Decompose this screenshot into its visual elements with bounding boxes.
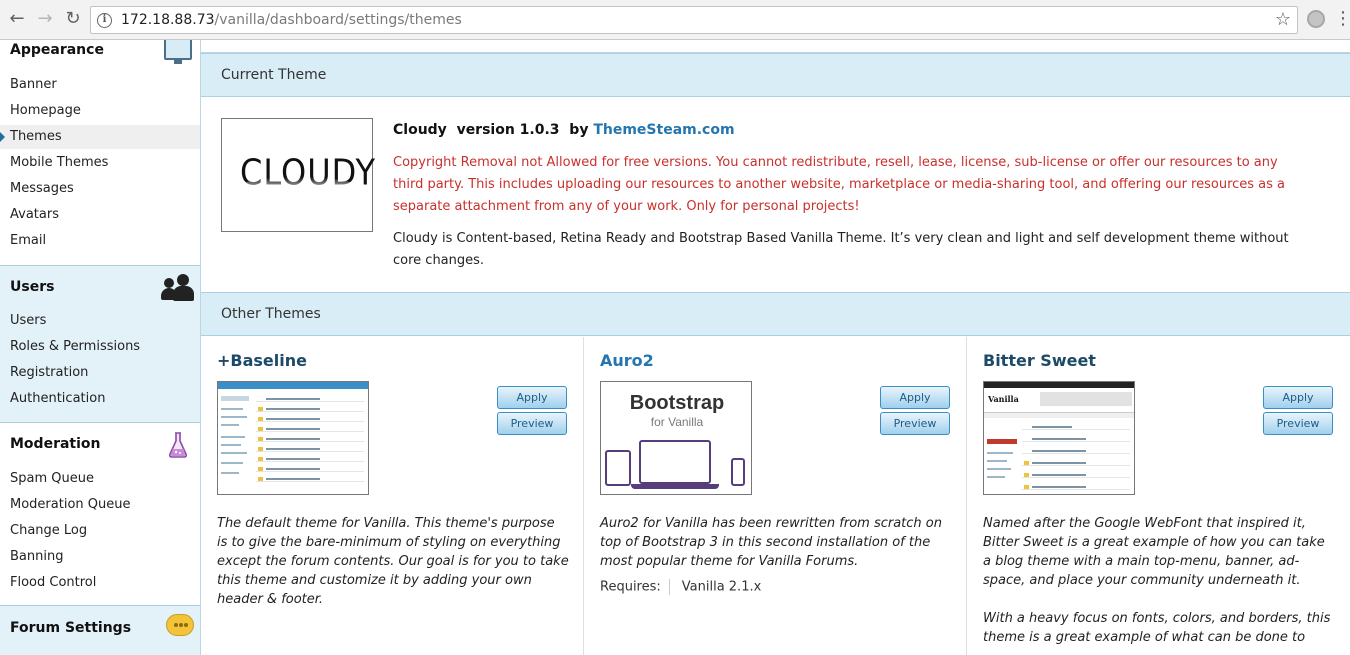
sidebar-item-roles-permissions[interactable]: Roles & Permissions (0, 335, 200, 359)
sidebar-item-registration[interactable]: Registration (0, 361, 200, 385)
current-theme-version: version 1.0.3 (456, 122, 560, 138)
url-path: /vanilla/dashboard/settings/themes (214, 12, 462, 28)
theme-name: +Baseline (217, 351, 307, 370)
sidebar-item-homepage[interactable]: Homepage (0, 99, 200, 123)
preview-button[interactable]: Preview (497, 412, 567, 435)
sidebar-item-themes[interactable]: Themes (0, 125, 200, 149)
copyright-notice: Copyright Removal not Allowed for free v… (393, 155, 1286, 214)
thumb-title: Bootstrap (629, 392, 725, 414)
theme-name-link[interactable]: Auro2 (600, 351, 654, 370)
theme-screenshot[interactable]: Bootstrap for Vanilla (600, 381, 752, 495)
theme-description: Named after the Google WebFont that insp… (983, 516, 1325, 588)
cloud-shape (236, 177, 360, 199)
sidebar-item-moderation-queue[interactable]: Moderation Queue (0, 493, 200, 517)
moderation-title: Moderation (10, 436, 101, 452)
appearance-panel: Appearance Banner Homepage Themes Mobile… (0, 40, 200, 265)
browser-toolbar: ← → ↻ i 172.18.88.73/vanilla/dashboard/s… (0, 0, 1350, 40)
preview-button[interactable]: Preview (1263, 412, 1333, 435)
browser-menu-icon[interactable]: ⋮ (1334, 8, 1350, 30)
theme-name: Bitter Sweet (983, 351, 1096, 370)
active-indicator-icon (0, 132, 5, 142)
apply-button[interactable]: Apply (880, 386, 950, 409)
sidebar-item-users[interactable]: Users (0, 309, 200, 333)
sidebar-item-messages[interactable]: Messages (0, 177, 200, 201)
tablet-icon (605, 450, 631, 486)
theme-card-bitter-sweet: Bitter Sweet Vanilla Apply Preview Named… (967, 337, 1350, 655)
current-theme-screenshot: CLOUDY (221, 118, 375, 232)
requires-row: Requires: Vanilla 2.1.x (600, 579, 761, 595)
current-theme-description: Cloudy is Content-based, Retina Ready an… (393, 231, 1289, 268)
preview-button[interactable]: Preview (880, 412, 950, 435)
forum-settings-panel: Forum Settings (0, 605, 200, 655)
theme-screenshot[interactable] (217, 381, 369, 495)
other-themes-header: Other Themes (201, 292, 1350, 336)
sidebar-item-flood-control[interactable]: Flood Control (0, 571, 200, 595)
current-theme-name: Cloudy (393, 122, 447, 138)
phone-icon (731, 458, 745, 486)
apply-button[interactable]: Apply (1263, 386, 1333, 409)
current-theme-by: by (569, 122, 589, 138)
url-host: 172.18.88.73 (121, 12, 215, 28)
sidebar-item-email[interactable]: Email (0, 229, 200, 253)
dashboard-sidebar: Appearance Banner Homepage Themes Mobile… (0, 40, 201, 655)
requires-label: Requires: (600, 579, 661, 595)
users-panel: Users Users Roles & Permissions Registra… (0, 265, 200, 422)
theme-card-baseline: +Baseline Apply Preview The default them… (201, 337, 584, 655)
sidebar-item-spam-queue[interactable]: Spam Queue (0, 467, 200, 491)
themes-main: Current Theme CLOUDY Cloudy version 1.0.… (201, 40, 1350, 655)
users-title: Users (10, 279, 55, 295)
moderation-panel: Moderation Spam Queue Moderation Queue C… (0, 422, 200, 605)
url-text[interactable]: 172.18.88.73/vanilla/dashboard/settings/… (121, 12, 462, 28)
current-theme-title: Cloudy version 1.0.3 by ThemeSteam.com (393, 122, 735, 138)
flask-icon (168, 432, 188, 458)
sidebar-item-label: Themes (10, 129, 62, 144)
apply-button[interactable]: Apply (497, 386, 567, 409)
sidebar-item-banner[interactable]: Banner (0, 73, 200, 97)
thumb-logo: Vanilla (988, 394, 1019, 404)
requires-value: Vanilla 2.1.x (681, 579, 762, 595)
back-arrow-icon[interactable]: ← (6, 8, 28, 30)
forum-settings-title: Forum Settings (10, 620, 132, 636)
sidebar-item-mobile-themes[interactable]: Mobile Themes (0, 151, 200, 175)
theme-description-2: With a heavy focus on fonts, colors, and… (983, 611, 1331, 645)
sidebar-item-avatars[interactable]: Avatars (0, 203, 200, 227)
sidebar-item-banning[interactable]: Banning (0, 545, 200, 569)
forward-arrow-icon[interactable]: → (34, 8, 56, 30)
theme-description: Auro2 for Vanilla has been rewritten fro… (600, 516, 942, 569)
extension-globe-icon[interactable] (1307, 10, 1325, 28)
bookmark-star-icon[interactable]: ☆ (1275, 9, 1291, 30)
info-icon[interactable]: i (97, 13, 112, 28)
theme-description: The default theme for Vanilla. This them… (217, 516, 569, 607)
speech-bubble-icon (166, 614, 194, 636)
users-icon (160, 274, 194, 302)
current-theme-header: Current Theme (201, 53, 1350, 97)
author-link[interactable]: ThemeSteam.com (593, 122, 734, 138)
laptop-base-icon (631, 484, 719, 489)
monitor-icon (164, 40, 192, 64)
theme-screenshot[interactable]: Vanilla (983, 381, 1135, 495)
reload-icon[interactable]: ↻ (62, 8, 84, 30)
appearance-title: Appearance (10, 42, 104, 58)
monitor-device-icon (639, 440, 711, 484)
address-bar[interactable]: i 172.18.88.73/vanilla/dashboard/setting… (90, 6, 1298, 34)
theme-card-auro2: Auro2 Bootstrap for Vanilla Apply Previe… (584, 337, 967, 655)
thumb-subtitle: for Vanilla (650, 415, 704, 429)
sidebar-item-authentication[interactable]: Authentication (0, 387, 200, 411)
sidebar-item-change-log[interactable]: Change Log (0, 519, 200, 543)
